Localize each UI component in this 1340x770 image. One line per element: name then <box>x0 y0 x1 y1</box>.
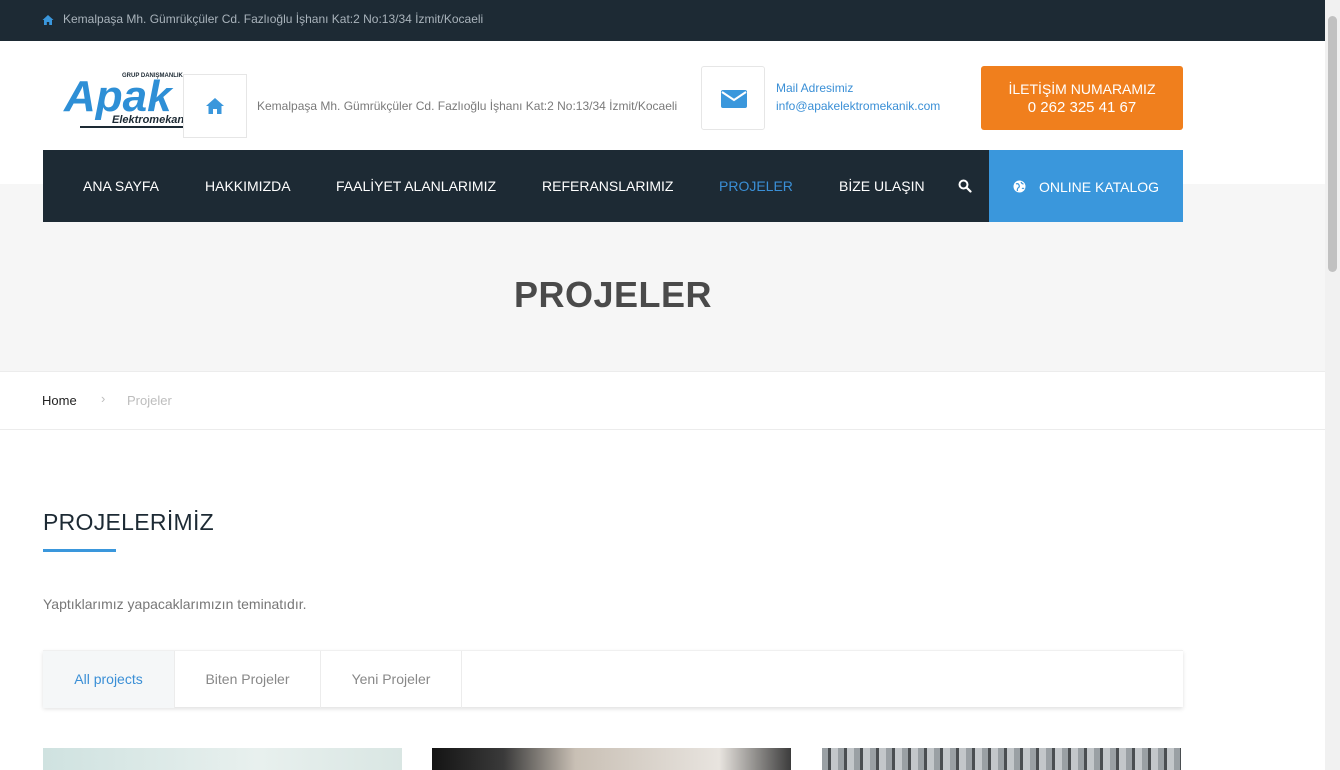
tab-all-projects[interactable]: All projects <box>43 651 175 708</box>
nav-item-ana-sayfa[interactable]: ANA SAYFA <box>83 178 159 194</box>
breadcrumb: Home › Projeler <box>0 371 1325 430</box>
mail-label: Mail Adresimiz <box>776 81 854 95</box>
logo-home-box[interactable] <box>183 74 247 138</box>
nav-item-projeler[interactable]: PROJELER <box>719 178 793 194</box>
envelope-icon <box>721 90 747 108</box>
globe-icon <box>1013 180 1026 193</box>
online-catalog-button[interactable]: ONLINE KATALOG <box>989 150 1183 222</box>
nav-item-hakkimizda[interactable]: HAKKIMIZDA <box>205 178 291 194</box>
section-title: PROJELERİMİZ <box>43 509 215 535</box>
tab-biten-projeler[interactable]: Biten Projeler <box>175 651 321 708</box>
project-thumbnail[interactable] <box>43 748 402 770</box>
page-scrollbar[interactable] <box>1325 0 1340 770</box>
home-icon <box>206 98 224 114</box>
tab-yeni-projeler[interactable]: Yeni Projeler <box>321 651 462 708</box>
nav-item-referanslarimiz[interactable]: REFERANSLARIMIZ <box>542 178 673 194</box>
contact-number: 0 262 325 41 67 <box>1027 99 1137 116</box>
page-title: PROJELER <box>513 274 713 315</box>
mail-address-link[interactable]: info@apakelektromekanik.com <box>776 99 940 113</box>
project-filter-tabs: All projects Biten Projeler Yeni Projele… <box>43 650 1183 708</box>
breadcrumb-separator: › <box>101 391 106 406</box>
online-catalog-label: ONLINE KATALOG <box>1039 179 1160 195</box>
nav-item-faaliyet-alanlarimiz[interactable]: FAALİYET ALANLARIMIZ <box>336 178 496 194</box>
svg-text:Elektromekanik: Elektromekanik <box>112 114 194 126</box>
section-description: Yaptıklarımız yapacaklarımızın teminatıd… <box>43 596 307 612</box>
project-thumbnail[interactable] <box>822 748 1181 770</box>
main-nav: ANA SAYFA HAKKIMIZDA FAALİYET ALANLARIMI… <box>43 150 989 222</box>
nav-item-bize-ulasin[interactable]: BİZE ULAŞIN <box>839 178 925 194</box>
project-thumbnail[interactable] <box>432 748 791 770</box>
contact-number-label: İLETİŞİM NUMARAMIZ <box>1008 81 1156 97</box>
header-address: Kemalpaşa Mh. Gümrükçüler Cd. Fazlıoğlu … <box>257 99 678 113</box>
mail-icon-box <box>701 66 765 130</box>
scrollbar-thumb[interactable] <box>1328 16 1337 272</box>
contact-number-box[interactable]: İLETİŞİM NUMARAMIZ 0 262 325 41 67 <box>981 66 1183 130</box>
home-icon <box>42 15 54 25</box>
breadcrumb-home-link[interactable]: Home <box>42 393 77 408</box>
search-icon[interactable] <box>958 179 972 193</box>
breadcrumb-current: Projeler <box>127 393 172 408</box>
top-bar-address: Kemalpaşa Mh. Gümrükçüler Cd. Fazlıoğlu … <box>63 12 484 26</box>
top-bar: Kemalpaşa Mh. Gümrükçüler Cd. Fazlıoğlu … <box>0 0 1325 41</box>
section-title-underline <box>43 549 116 552</box>
